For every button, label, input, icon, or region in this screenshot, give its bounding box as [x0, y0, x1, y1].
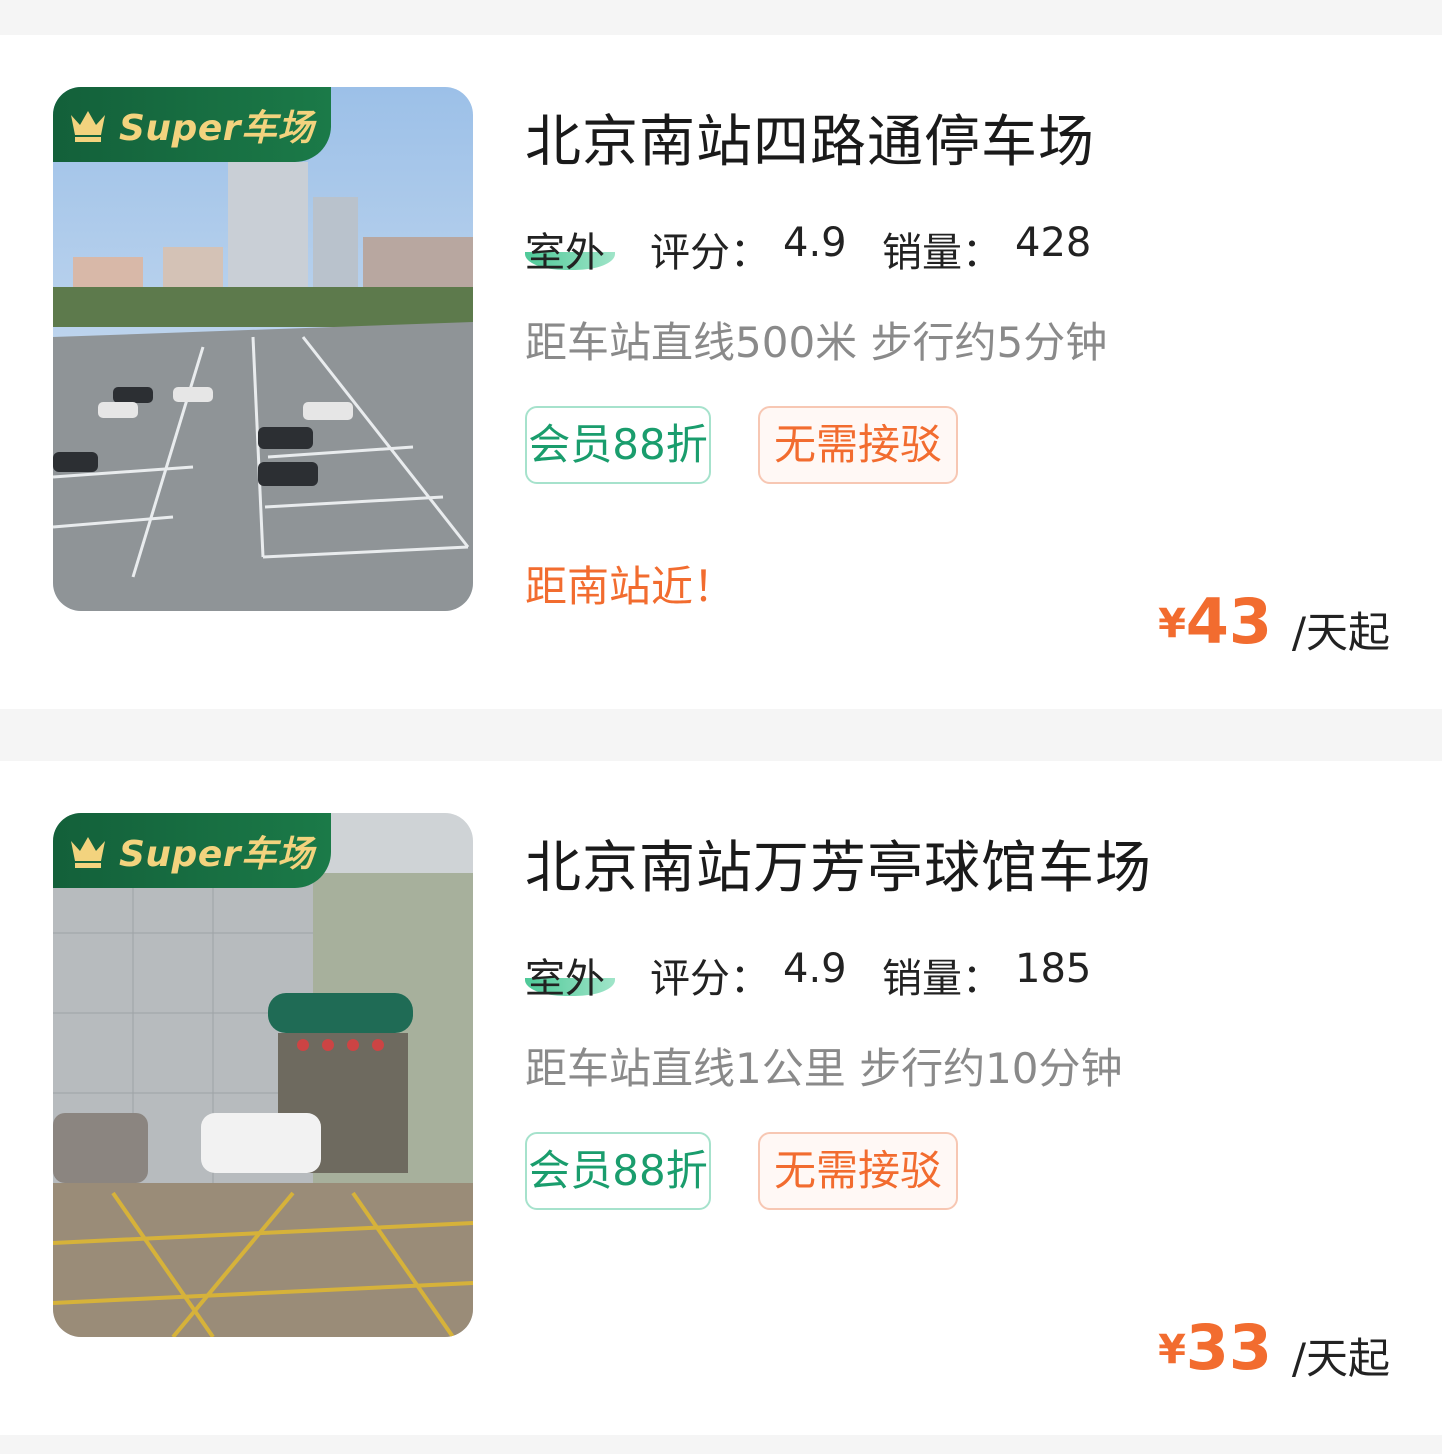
badge-text: Super车场 [119, 107, 314, 149]
distance-info: 距车站直线1公里 步行约10分钟 [525, 1044, 1123, 1093]
lot-type-wrap: 室外 [525, 220, 615, 278]
lot-type: 室外 [525, 230, 605, 276]
rating-value: 4.9 [783, 946, 847, 992]
rating-label: 评分： [650, 230, 770, 276]
sales-label: 销量： [882, 230, 1002, 276]
no-shuttle-tag: 无需接驳 [758, 1132, 958, 1210]
super-lot-badge: Super车场 [53, 813, 331, 888]
sales-value: 185 [1015, 946, 1092, 992]
parking-lot-name: 北京南站万芳亭球馆车场 [525, 836, 1152, 901]
parking-lot-photo[interactable]: Super车场 [53, 813, 473, 1337]
badge-text: Super车场 [119, 833, 314, 875]
member-discount-tag: 会员88折 [525, 1132, 711, 1210]
parking-lot-list: Super车场 北京南站四路通停车场 室外 评分： 4.9 销量： 428 距车… [0, 0, 1442, 1454]
super-lot-badge: Super车场 [53, 87, 331, 162]
price-amount: 33 [1185, 1311, 1272, 1384]
crown-icon [71, 110, 105, 142]
member-discount-tag: 会员88折 [525, 406, 711, 484]
parking-lot-card[interactable]: Super车场 北京南站万芳亭球馆车场 室外 评分： 4.9 销量： 185 距… [0, 761, 1442, 1435]
crown-icon [71, 836, 105, 868]
price-unit: /天起 [1291, 608, 1390, 657]
distance-info: 距车站直线500米 步行约5分钟 [525, 318, 1108, 367]
rating-label: 评分： [650, 956, 770, 1002]
price-currency: ¥ [1158, 601, 1186, 647]
price-unit: /天起 [1291, 1334, 1390, 1383]
price-currency: ¥ [1158, 1327, 1186, 1373]
parking-lot-name: 北京南站四路通停车场 [525, 110, 1095, 175]
photo-outdoor-parking-lot [53, 87, 473, 611]
no-shuttle-tag: 无需接驳 [758, 406, 958, 484]
lot-type: 室外 [525, 956, 605, 1002]
photo-building-entrance [53, 813, 473, 1337]
slogan: 距南站近！ [525, 562, 736, 611]
sales-label: 销量： [882, 956, 1002, 1002]
lot-type-wrap: 室外 [525, 946, 615, 1004]
rating-value: 4.9 [783, 220, 847, 266]
parking-lot-photo[interactable]: Super车场 [53, 87, 473, 611]
parking-lot-card[interactable]: Super车场 北京南站四路通停车场 室外 评分： 4.9 销量： 428 距车… [0, 35, 1442, 709]
price-amount: 43 [1185, 585, 1272, 658]
sales-value: 428 [1015, 220, 1092, 266]
